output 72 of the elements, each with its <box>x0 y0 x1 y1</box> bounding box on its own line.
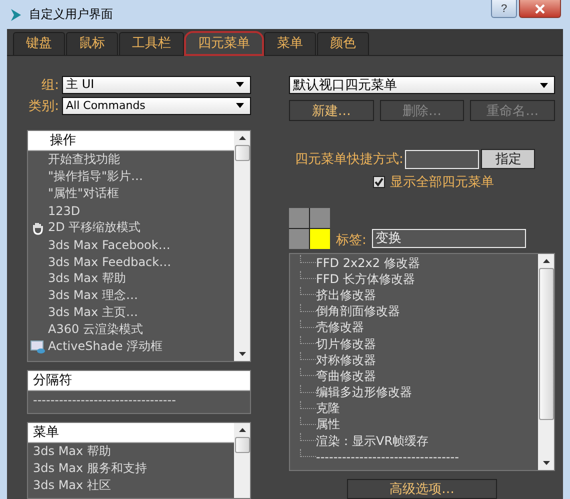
tree-item[interactable]: 编辑多边形修改器 <box>316 384 412 402</box>
window-title: 自定义用户界面 <box>29 6 113 23</box>
tree-item[interactable]: 属性 <box>316 416 340 434</box>
app-logo-icon <box>9 8 23 22</box>
tab[interactable]: 四元菜单 <box>185 32 263 55</box>
close-icon <box>534 4 546 14</box>
action-item[interactable]: 3ds Max 主页… <box>48 304 138 321</box>
group-label: 组: <box>42 76 59 94</box>
scroll-down-arrow-icon[interactable] <box>542 461 550 465</box>
tree-item[interactable]: 切片修改器 <box>316 336 376 353</box>
action-item[interactable]: 123D <box>48 204 80 218</box>
action-item[interactable]: 3ds Max Facebook… <box>48 238 170 252</box>
column-header: 菜单 <box>28 423 234 443</box>
scroll-down-arrow-icon[interactable] <box>238 352 246 356</box>
scroll-thumb[interactable] <box>538 268 554 420</box>
checkbox-label: 显示全部四元菜单 <box>390 174 494 191</box>
tab[interactable]: 工具栏 <box>119 32 184 55</box>
quad-menu-button[interactable]: 新建… <box>289 100 374 121</box>
tab[interactable]: 鼠标 <box>66 32 118 55</box>
advanced-options-button[interactable]: 高级选项… <box>347 479 497 499</box>
shortcut-label: 四元菜单快捷方式: <box>295 151 404 168</box>
quad-menu-dropdown[interactable]: 默认视口四元菜单 <box>289 76 555 94</box>
tree-item[interactable]: 挤出修改器 <box>316 286 376 304</box>
scrollbar[interactable] <box>538 254 554 470</box>
tree-item[interactable]: 对称修改器 <box>316 352 376 369</box>
tab[interactable]: 键盘 <box>13 32 65 55</box>
tree-item[interactable]: FFD 长方体修改器 <box>316 270 415 288</box>
action-item[interactable]: ActiveShade 浮动框 <box>48 338 163 355</box>
scroll-up-arrow-icon[interactable] <box>542 259 550 263</box>
menu-item[interactable]: 3ds Max 社区 <box>28 477 234 494</box>
action-item[interactable]: 3ds Max 理念… <box>48 287 138 304</box>
action-item[interactable]: 3ds Max 帮助 <box>48 270 126 287</box>
tree-item[interactable]: 倒角剖面修改器 <box>316 303 400 320</box>
tree-item[interactable]: 克隆 <box>316 400 340 418</box>
scroll-up-arrow-icon[interactable] <box>238 428 246 432</box>
checkbox[interactable] <box>373 176 385 188</box>
scroll-thumb[interactable] <box>234 437 250 453</box>
shortcut-field[interactable] <box>405 150 480 168</box>
tree-item[interactable]: FFD 2x2x2 修改器 <box>316 254 420 272</box>
scroll-thumb[interactable] <box>234 145 250 161</box>
action-item[interactable]: A360 云渲染模式 <box>48 321 143 338</box>
tree-item[interactable]: 渲染：显示VR帧缓存 <box>316 432 429 450</box>
dropdown-arrow-icon <box>236 103 244 108</box>
action-item[interactable]: 开始查找功能 <box>48 151 120 168</box>
tree-item[interactable]: --------------------------------- <box>316 450 459 464</box>
label-label: 标签: <box>336 232 366 249</box>
scrollbar[interactable] <box>234 423 250 498</box>
column-header: 操作 <box>28 131 234 151</box>
group-dropdown[interactable]: 主 UI <box>62 76 251 94</box>
close-button[interactable] <box>519 0 561 18</box>
tree-item[interactable]: 弯曲修改器 <box>316 368 376 385</box>
tab[interactable]: 菜单 <box>264 32 316 55</box>
dropdown-arrow-icon <box>236 82 244 87</box>
label-field[interactable]: 变换 <box>372 229 526 248</box>
category-dropdown[interactable]: All Commands <box>62 96 251 114</box>
tree-item[interactable]: 壳修改器 <box>316 319 364 336</box>
column-header: 分隔符 <box>28 371 250 391</box>
action-item[interactable]: "操作指导"影片… <box>48 168 144 185</box>
window-icon <box>28 340 48 354</box>
separator-item[interactable]: --------------------------------- <box>28 391 250 408</box>
menu-item[interactable]: 3ds Max 帮助 <box>28 443 234 460</box>
assign-button[interactable]: 指定 <box>481 149 536 169</box>
menu-item[interactable]: 3ds Max 服务和支持 <box>28 460 234 477</box>
action-item[interactable]: 3ds Max Feedback… <box>48 254 172 268</box>
category-label: 类别: <box>28 98 59 114</box>
tab[interactable]: 颜色 <box>317 32 369 55</box>
scroll-up-arrow-icon[interactable] <box>238 136 246 140</box>
action-item[interactable]: 2D 平移缩放模式 <box>48 219 141 236</box>
action-item[interactable]: "属性"对话框 <box>48 185 120 202</box>
dropdown-arrow-icon <box>540 82 548 88</box>
help-button[interactable]: ? <box>491 0 517 18</box>
scrollbar[interactable] <box>234 131 250 361</box>
